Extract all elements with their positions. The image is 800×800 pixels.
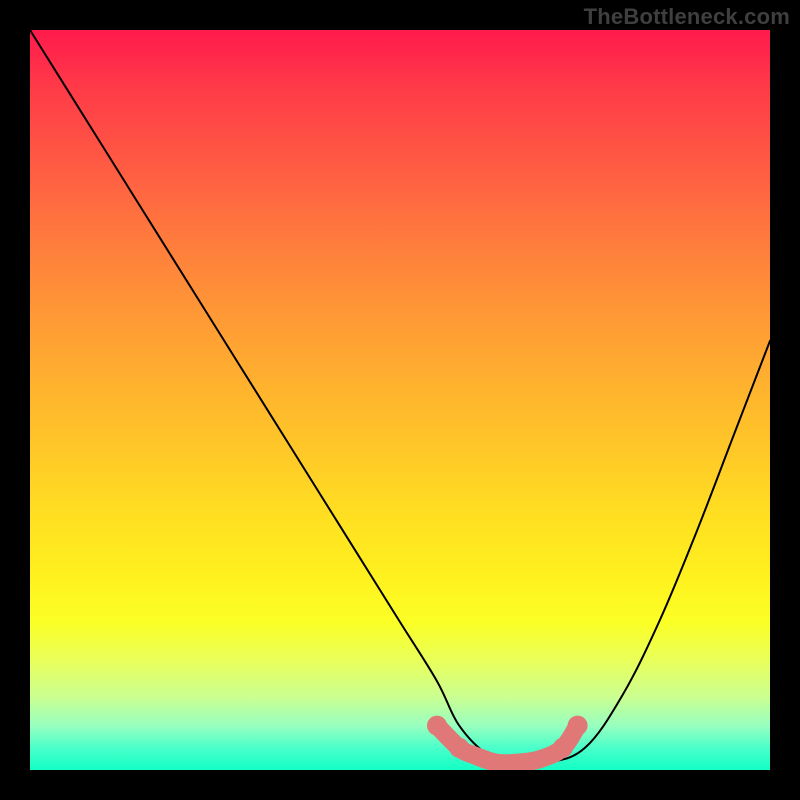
optimal-zone-dot <box>568 716 588 736</box>
optimal-zone-dot <box>427 716 447 736</box>
plot-area <box>30 30 770 770</box>
optimal-zone-dot <box>449 738 469 758</box>
optimal-zone-dot <box>553 738 573 758</box>
watermark-text: TheBottleneck.com <box>584 4 790 30</box>
optimal-zone-marker <box>30 30 770 770</box>
chart-frame: TheBottleneck.com <box>0 0 800 800</box>
